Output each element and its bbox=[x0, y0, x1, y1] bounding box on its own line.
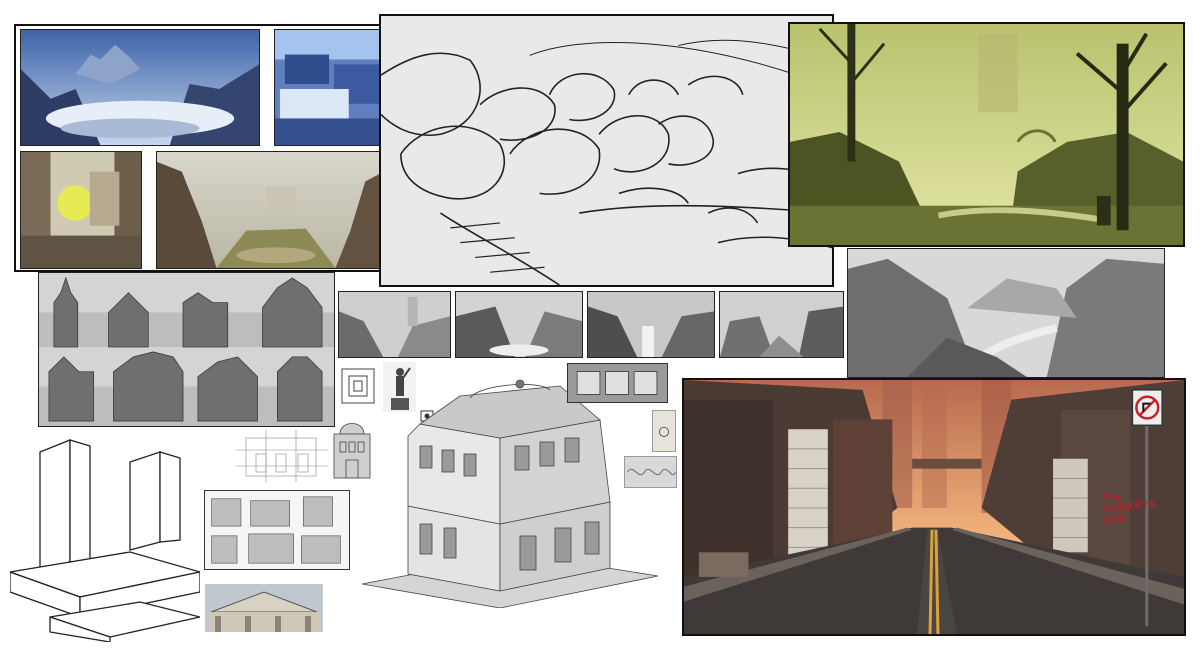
plaque-swatch bbox=[652, 410, 676, 452]
perspective-block-sketch bbox=[10, 432, 200, 642]
yellow-light-thumbnail bbox=[20, 151, 142, 269]
building-silhouettes-sheet bbox=[38, 272, 335, 427]
window-ornament-swatch bbox=[567, 363, 668, 403]
swamp-forest-painting bbox=[788, 22, 1185, 247]
pediment-photo bbox=[205, 584, 323, 632]
value-study-1 bbox=[338, 291, 451, 358]
rock-line-sketch bbox=[379, 14, 834, 287]
concept-thumbnails-panel bbox=[14, 24, 400, 272]
city-street-painting: THE MONKEYS ARE bbox=[682, 378, 1186, 636]
ornate-building-model bbox=[360, 376, 660, 608]
value-study-3 bbox=[587, 291, 715, 358]
misty-valley-thumbnail bbox=[156, 151, 394, 269]
facade-studies-sheet bbox=[204, 490, 350, 570]
floating-castle-thumbnail bbox=[20, 29, 260, 146]
grey-canyon-study bbox=[847, 248, 1165, 378]
value-study-2 bbox=[455, 291, 583, 358]
facade-blueprint bbox=[236, 430, 328, 482]
frieze-swatch bbox=[624, 456, 677, 488]
blue-block-thumbnail bbox=[274, 29, 394, 146]
value-study-4 bbox=[719, 291, 844, 358]
